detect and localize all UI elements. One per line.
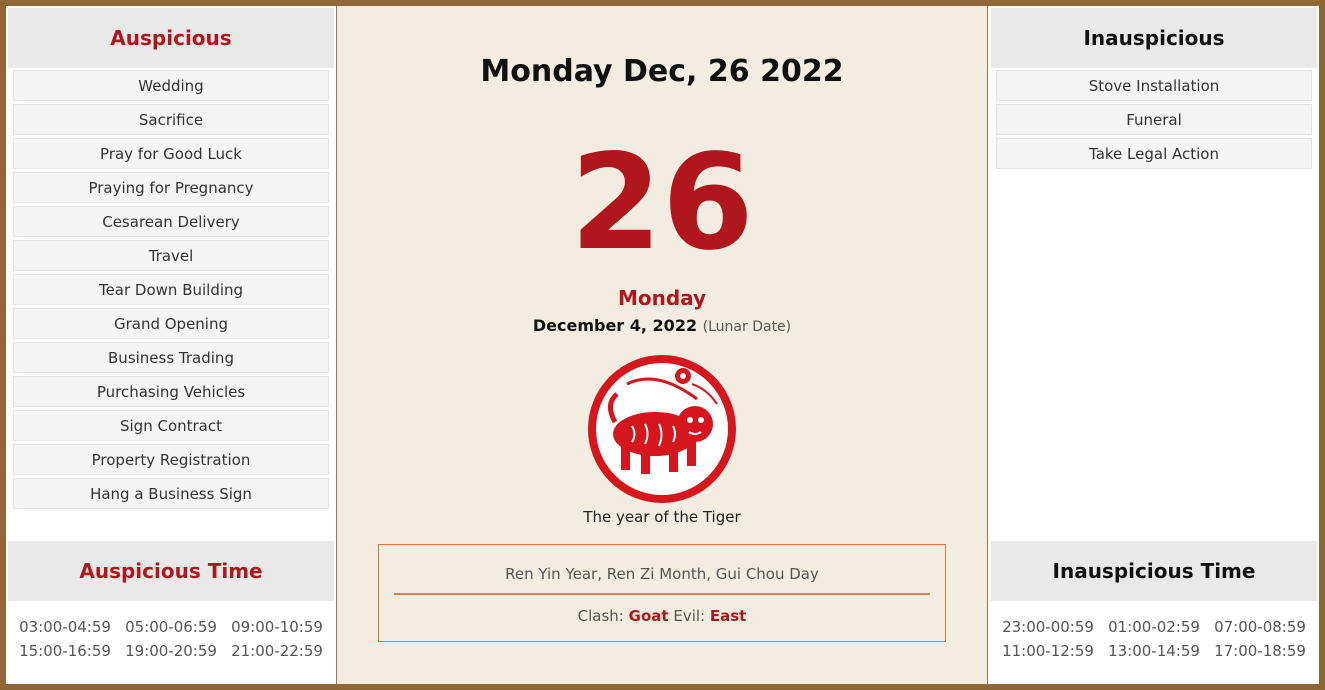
inauspicious-time-slot: 13:00-14:59 (1108, 642, 1200, 660)
auspicious-item[interactable]: Grand Opening (13, 308, 329, 339)
auspicious-item[interactable]: Business Trading (13, 342, 329, 373)
auspicious-item[interactable]: Sacrifice (13, 104, 329, 135)
inauspicious-time-slot: 01:00-02:59 (1108, 618, 1200, 636)
auspicious-time-slot: 05:00-06:59 (125, 618, 217, 636)
page-title: Monday Dec, 26 2022 (480, 54, 844, 89)
auspicious-item[interactable]: Property Registration (13, 444, 329, 475)
auspicious-item[interactable]: Tear Down Building (13, 274, 329, 305)
lunar-date-value: December 4, 2022 (532, 316, 698, 335)
inauspicious-time-header: Inauspicious Time (991, 541, 1317, 601)
inauspicious-time-slot: 17:00-18:59 (1214, 642, 1306, 660)
auspicious-item[interactable]: Sign Contract (13, 410, 329, 441)
auspicious-column: Auspicious Wedding Sacrifice Pray for Good… (6, 6, 336, 684)
inauspicious-time-slot: 23:00-00:59 (1002, 618, 1094, 636)
auspicious-item[interactable]: Wedding (13, 70, 329, 101)
ganzhi-text: Ren Yin Year, Ren Zi Month, Gui Chou Day (505, 565, 819, 583)
evil-label: Evil: (673, 607, 706, 625)
inauspicious-time-slot: 11:00-12:59 (1002, 642, 1094, 660)
auspicious-item[interactable]: Cesarean Delivery (13, 206, 329, 237)
auspicious-item[interactable]: Praying for Pregnancy (13, 172, 329, 203)
clash-line: Clash: Goat Evil: East (379, 607, 945, 625)
auspicious-time-slot: 15:00-16:59 (19, 642, 111, 660)
auspicious-item[interactable]: Hang a Business Sign (13, 478, 329, 509)
inauspicious-item[interactable]: Funeral (996, 104, 1312, 135)
inauspicious-time-title: Inauspicious Time (1052, 559, 1256, 583)
inauspicious-column: Inauspicious Stove Installation Funeral Ta… (989, 6, 1319, 684)
auspicious-list: Wedding Sacrifice Pray for Good Luck Prayin… (13, 70, 329, 512)
auspicious-item[interactable]: Travel (13, 240, 329, 271)
auspicious-time-header: Auspicious Time (8, 541, 334, 601)
auspicious-title: Auspicious (110, 26, 232, 50)
day-number: 26 (570, 126, 754, 280)
ganzhi-box: Ren Yin Year, Ren Zi Month, Gui Chou Day… (378, 544, 946, 642)
divider (394, 593, 930, 595)
clash-label: Clash: (577, 607, 624, 625)
tiger-papercut-icon (588, 355, 736, 503)
auspicious-header: Auspicious (8, 8, 334, 68)
auspicious-time-slot: 19:00-20:59 (125, 642, 217, 660)
auspicious-item[interactable]: Purchasing Vehicles (13, 376, 329, 407)
calendar-frame: Auspicious Wedding Sacrifice Pray for Good… (6, 6, 1319, 684)
inauspicious-item[interactable]: Stove Installation (996, 70, 1312, 101)
auspicious-time-slot: 21:00-22:59 (231, 642, 323, 660)
auspicious-time-list: 03:00-04:59 05:00-06:59 09:00-10:59 15:00-1… (6, 618, 336, 660)
auspicious-time-title: Auspicious Time (79, 559, 263, 583)
lunar-date-note: (Lunar Date) (702, 319, 792, 335)
auspicious-item[interactable]: Pray for Good Luck (13, 138, 329, 169)
day-detail: Monday Dec, 26 2022 26 Monday December 4… (336, 6, 988, 684)
inauspicious-item[interactable]: Take Legal Action (996, 138, 1312, 169)
inauspicious-time-list: 23:00-00:59 01:00-02:59 07:00-08:59 11:00-1… (989, 618, 1319, 660)
inauspicious-header: Inauspicious (991, 8, 1317, 68)
evil-value: East (709, 607, 747, 625)
inauspicious-time-slot: 07:00-08:59 (1214, 618, 1306, 636)
inauspicious-title: Inauspicious (1083, 26, 1225, 50)
weekday: Monday (617, 286, 707, 310)
auspicious-time-slot: 09:00-10:59 (231, 618, 323, 636)
zodiac-caption: The year of the Tiger (583, 508, 741, 526)
auspicious-time-slot: 03:00-04:59 (19, 618, 111, 636)
lunar-date: December 4, 2022 (Lunar Date) (337, 316, 987, 335)
inauspicious-list: Stove Installation Funeral Take Legal Acti… (996, 70, 1312, 172)
clash-value: Goat (628, 607, 669, 625)
